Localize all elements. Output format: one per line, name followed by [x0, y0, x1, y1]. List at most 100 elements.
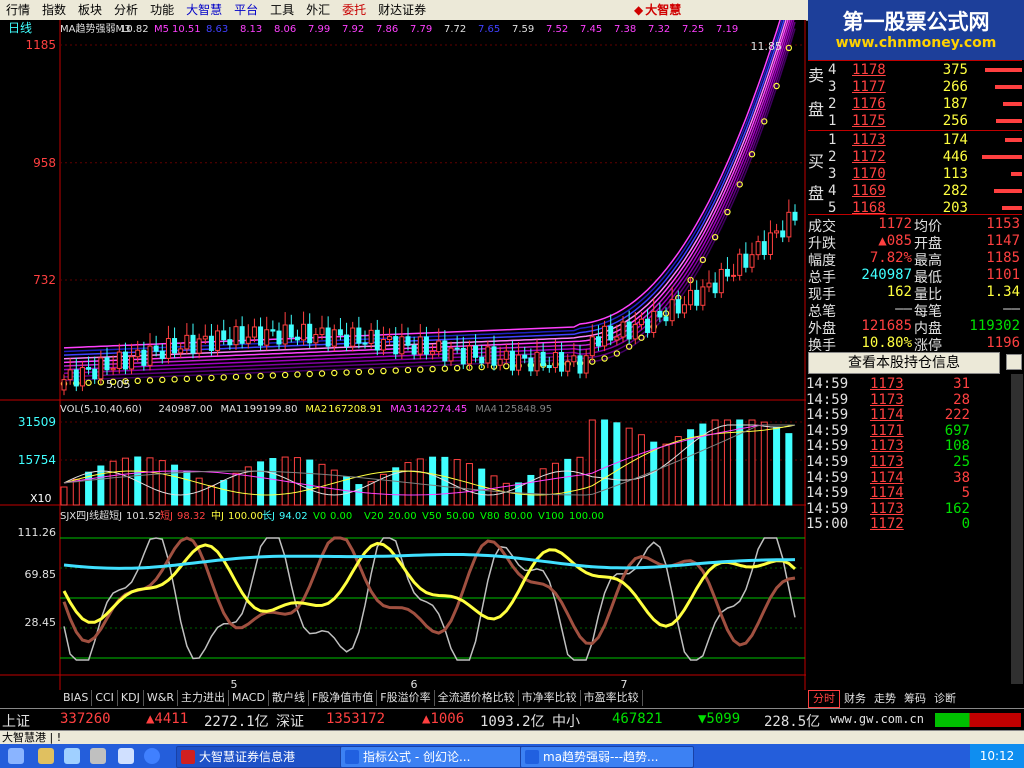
tick-price[interactable]: 1173 [870, 438, 904, 454]
menu-item-bankuai[interactable]: 板块 [72, 0, 108, 20]
tick-price[interactable]: 1174 [870, 407, 904, 423]
candle-body [589, 336, 595, 357]
sz-label[interactable]: 深证 [276, 711, 304, 731]
indicator-tab[interactable]: MACD [229, 690, 269, 706]
ind-legend-value: 100.00 [228, 511, 263, 522]
candle-body [688, 289, 694, 306]
tick-price[interactable]: 1173 [870, 376, 904, 392]
ma-legend-label: M5 [154, 24, 169, 35]
candle-body [374, 329, 380, 351]
indicator-tab[interactable]: 市盈率比较 [581, 690, 643, 706]
candle-body [239, 326, 245, 344]
candle-body [344, 334, 350, 347]
sell-level: 2 [828, 96, 837, 112]
candle-body [319, 327, 325, 335]
right-tab[interactable]: 分时 [808, 690, 840, 708]
indicator-tab[interactable]: 市净率比较 [519, 690, 581, 706]
ma-legend-value: 10.82 [120, 24, 149, 35]
menu-item-dazhihui[interactable]: 大智慧 [180, 0, 228, 20]
indicator-tab[interactable]: 全流通价格比较 [435, 690, 519, 706]
indicator-tab[interactable]: 散户线 [269, 690, 309, 706]
tick-scrollbar[interactable] [1011, 374, 1023, 684]
buy-price[interactable]: 1169 [852, 183, 886, 199]
buy-level: 4 [828, 183, 837, 199]
quicklaunch-explorer-icon[interactable] [118, 748, 134, 764]
right-tab[interactable]: 财务 [840, 691, 870, 707]
tick-price[interactable]: 1174 [870, 485, 904, 501]
panel-toggle-button[interactable] [1006, 354, 1022, 370]
menu-item-gongju[interactable]: 工具 [264, 0, 300, 20]
indicator-tab[interactable]: KDJ [118, 690, 144, 706]
menu-item-hangqing[interactable]: 行情 [0, 0, 36, 20]
taskbar-window-button[interactable]: ma趋势强弱---趋势... [520, 746, 694, 768]
ma-legend-value: 7.45 [580, 24, 602, 35]
tick-price[interactable]: 1171 [870, 423, 904, 439]
buy-volume-bar [1010, 172, 1022, 176]
stat-value: ▲085 [878, 233, 912, 249]
right-tab[interactable]: 走势 [870, 691, 900, 707]
indicator-tab[interactable]: F股净值市值 [309, 690, 378, 706]
candle-body [595, 336, 601, 347]
buy-price[interactable]: 1172 [852, 149, 886, 165]
menu-item-gongneng[interactable]: 功能 [144, 0, 180, 20]
right-tab[interactable]: 诊断 [930, 691, 960, 707]
menu-item-waihui[interactable]: 外汇 [300, 0, 336, 20]
sell-price[interactable]: 1178 [852, 62, 886, 78]
menu-item-zhishu[interactable]: 指数 [36, 0, 72, 20]
tick-price[interactable]: 1173 [870, 501, 904, 517]
stat-value: 1101 [986, 267, 1020, 283]
quicklaunch-desktop-icon[interactable] [64, 748, 80, 764]
right-tab[interactable]: 筹码 [900, 691, 930, 707]
tick-volume: 162 [944, 500, 970, 517]
sell-volume-bar [996, 119, 1022, 123]
tick-price[interactable]: 1173 [870, 392, 904, 408]
indicator-tab[interactable]: BIAS [60, 690, 93, 706]
sell-price[interactable]: 1177 [852, 79, 886, 95]
candle-body [565, 361, 571, 372]
tick-volume: 31 [953, 376, 970, 392]
view-holdings-button[interactable]: 查看本股持仓信息 [808, 352, 1000, 374]
tick-price[interactable]: 1172 [870, 516, 904, 532]
ind-legend-label: V80 [480, 511, 500, 522]
stat-value: 1196 [986, 335, 1020, 351]
indicator-tab[interactable]: CCI [92, 690, 118, 706]
menu-item-pingtai[interactable]: 平台 [228, 0, 264, 20]
volume-bar [207, 485, 215, 506]
candle-body [718, 268, 724, 294]
candle-body [116, 351, 122, 369]
quicklaunch-butterfly-icon[interactable] [8, 748, 24, 764]
sh-label[interactable]: 上证 [2, 711, 30, 731]
menu-item-weituo[interactable]: 委托 [336, 0, 372, 20]
buy-price[interactable]: 1168 [852, 200, 886, 216]
zx-label[interactable]: 中小 [552, 711, 580, 731]
quicklaunch-app-icon[interactable] [90, 748, 106, 764]
menu-item-fenxi[interactable]: 分析 [108, 0, 144, 20]
taskbar-window-label: ma趋势强弱---趋势... [543, 750, 659, 764]
site-url[interactable]: www.gw.com.cn [830, 712, 924, 726]
stat-value: 1.34 [986, 284, 1020, 300]
buy-volume-bar [1004, 138, 1022, 142]
buy-price[interactable]: 1173 [852, 132, 886, 148]
candle-body [362, 342, 368, 345]
menu-item-caida[interactable]: 财达证券 [372, 0, 432, 20]
volume-bar [416, 458, 424, 506]
sell-price[interactable]: 1175 [852, 113, 886, 129]
tick-price[interactable]: 1174 [870, 470, 904, 486]
candle-body [325, 327, 331, 347]
sell-volume-bar [984, 68, 1022, 72]
ma-legend-value: 8.63 [206, 24, 228, 35]
tick-price[interactable]: 1173 [870, 454, 904, 470]
buy-price[interactable]: 1170 [852, 166, 886, 182]
sell-volume: 256 [942, 113, 968, 129]
taskbar-window-button[interactable]: 大智慧证券信息港 [176, 746, 360, 768]
sz-change: ▲1006 [422, 711, 465, 727]
indicator-tab[interactable]: 主力进出 [178, 690, 229, 706]
taskbar-window-button[interactable]: 指标公式 - 创幻论... [340, 746, 534, 768]
quicklaunch-ie-icon[interactable] [38, 748, 54, 764]
kline-chart[interactable]: 1185958732MA趋势强弱M310.82 M5 10.51 8.63 8.13 8.… [0, 20, 806, 690]
quicklaunch-browser-icon[interactable] [144, 748, 160, 764]
sell-price[interactable]: 1176 [852, 96, 886, 112]
taskbar-app-icon [345, 750, 359, 764]
indicator-tab[interactable]: F股溢价率 [377, 690, 435, 706]
indicator-tab[interactable]: W&R [144, 690, 178, 706]
